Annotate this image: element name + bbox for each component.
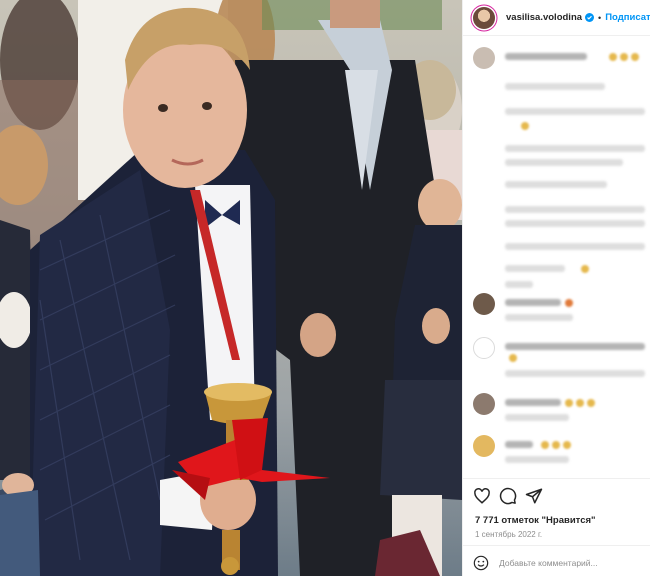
post-actions: 7 771 отметок "Нравится" 1 сентябрь 2022… xyxy=(463,478,650,576)
comment-avatar[interactable] xyxy=(473,435,495,457)
paper-plane-icon[interactable] xyxy=(525,487,543,505)
comments-list xyxy=(463,37,650,477)
follow-button[interactable]: Подписаться xyxy=(605,12,650,23)
post-date: 1 сентябрь 2022 г. xyxy=(475,530,543,539)
comment-input[interactable] xyxy=(499,554,639,572)
post-photo[interactable] xyxy=(0,0,462,576)
separator-dot: • xyxy=(598,12,602,23)
likes-count[interactable]: 7 771 отметок "Нравится" xyxy=(475,515,596,526)
caption-avatar[interactable] xyxy=(473,47,495,69)
photo-scene xyxy=(0,0,462,576)
post-header: vasilisa.volodina • Подписаться xyxy=(463,0,650,36)
author-avatar[interactable] xyxy=(473,6,495,29)
comment-avatar[interactable] xyxy=(473,393,495,415)
comment-avatar[interactable] xyxy=(473,337,495,359)
author-username[interactable]: vasilisa.volodina xyxy=(506,12,582,23)
smiley-icon[interactable] xyxy=(473,555,489,571)
comment-bubble-icon[interactable] xyxy=(499,487,517,505)
add-comment-bar xyxy=(463,545,650,576)
heart-icon[interactable] xyxy=(473,487,491,505)
post-side-panel: vasilisa.volodina • Подписаться xyxy=(462,0,650,576)
comment-avatar[interactable] xyxy=(473,293,495,315)
verified-badge-icon xyxy=(585,13,595,22)
